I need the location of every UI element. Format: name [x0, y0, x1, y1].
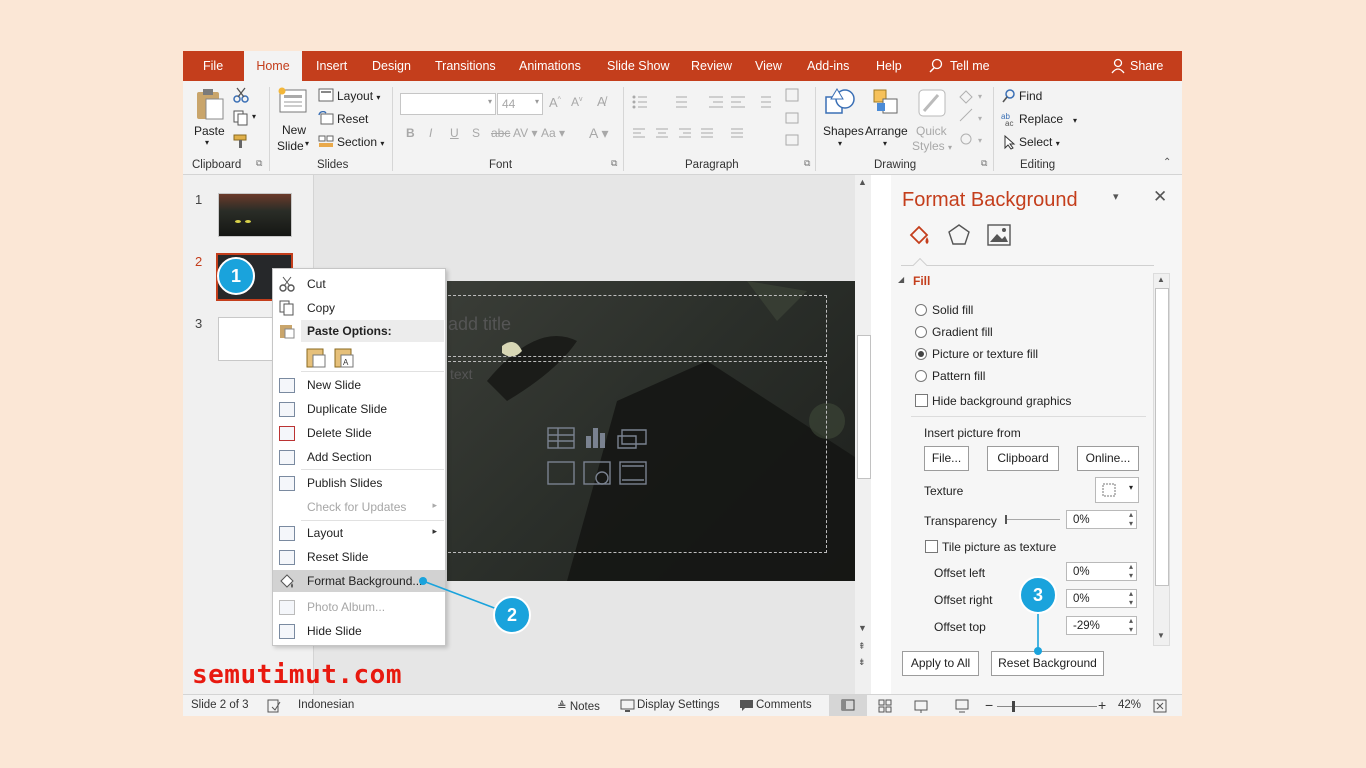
callout-step-1: 1	[217, 257, 255, 295]
watermark-text: semutimut.com	[192, 660, 402, 690]
callout-step-2: 2	[493, 596, 531, 634]
callout-step-3: 3	[1019, 576, 1057, 614]
callout-connectors	[419, 577, 1042, 655]
